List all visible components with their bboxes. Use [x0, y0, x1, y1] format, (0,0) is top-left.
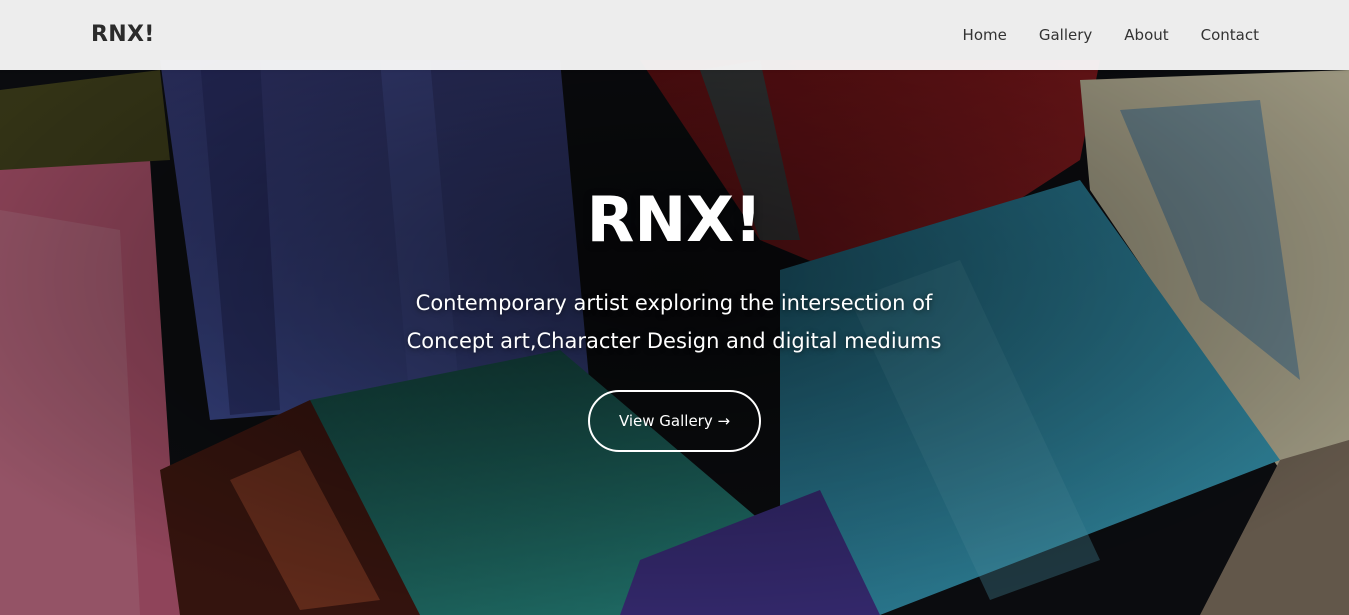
hero-subtitle-line-1: Contemporary artist exploring the inters…: [415, 291, 933, 315]
main-nav: Home Gallery About Contact: [931, 26, 1259, 44]
hero-section: RNX! Contemporary artist exploring the i…: [0, 70, 1349, 615]
nav-link-about[interactable]: About: [1124, 26, 1168, 44]
hero-title: RNX!: [586, 183, 763, 256]
hero-subtitle-line-2: Concept art,Character Design and digital…: [406, 329, 942, 353]
site-header: RNX! Home Gallery About Contact: [0, 0, 1349, 70]
nav-link-contact[interactable]: Contact: [1201, 26, 1259, 44]
view-gallery-button[interactable]: View Gallery →: [588, 390, 761, 452]
nav-link-home[interactable]: Home: [963, 26, 1007, 44]
brand-logo[interactable]: RNX!: [91, 22, 155, 47]
hero-subtitle: Contemporary artist exploring the inters…: [374, 284, 974, 360]
nav-link-gallery[interactable]: Gallery: [1039, 26, 1092, 44]
